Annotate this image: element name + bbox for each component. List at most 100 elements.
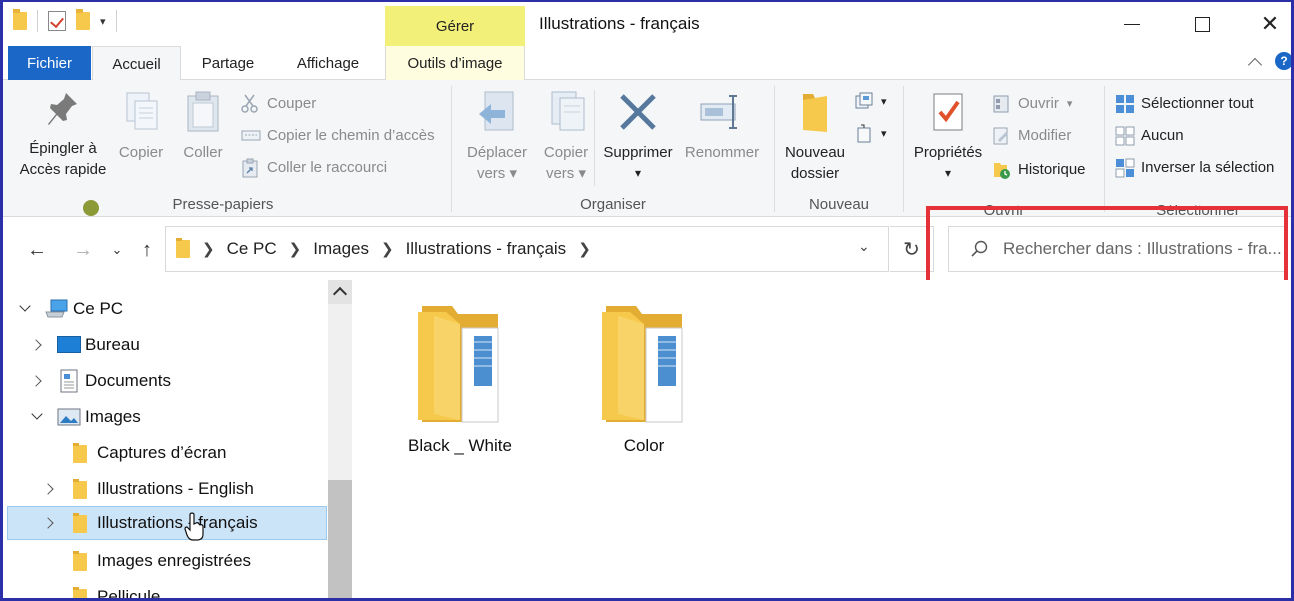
new-folder-icon[interactable] bbox=[76, 9, 90, 30]
copy-to-button[interactable]: Copier vers ▾ bbox=[532, 90, 600, 184]
up-button[interactable]: ↑ bbox=[133, 236, 161, 264]
nav-item-illustrations-french[interactable]: Illustrations - français bbox=[7, 506, 327, 540]
copy-to-label-2: vers ▾ bbox=[545, 165, 587, 182]
chevron-down-icon[interactable] bbox=[19, 302, 31, 314]
tab-share[interactable]: Partage bbox=[181, 46, 275, 80]
chevron-down-icon[interactable] bbox=[31, 410, 43, 422]
properties-button[interactable]: Propriétés ▾ bbox=[908, 90, 988, 184]
paste-shortcut-icon bbox=[241, 158, 259, 178]
rename-label: Renommer bbox=[684, 144, 760, 161]
nav-label: Illustrations - français bbox=[97, 513, 258, 532]
easy-access-button[interactable]: ▾ bbox=[855, 124, 887, 143]
breadcrumb-item[interactable]: Ce PC bbox=[227, 239, 277, 259]
select-none-label: Aucun bbox=[1141, 126, 1184, 144]
group-new: Nouveau dossier ▾ ▾ Nouveau bbox=[775, 80, 903, 217]
nav-item-desktop[interactable]: Bureau bbox=[7, 328, 327, 362]
chevron-right-icon: ❯ bbox=[202, 241, 215, 258]
desktop-icon bbox=[57, 336, 81, 353]
invert-selection-button[interactable]: Inverser la sélection bbox=[1115, 158, 1274, 178]
chevron-right-icon[interactable]: ❯ bbox=[578, 240, 591, 258]
copy-path-label: Copier le chemin d’accès bbox=[267, 126, 435, 144]
scroll-up-button[interactable] bbox=[328, 280, 352, 304]
arrow-left-icon: ← bbox=[27, 238, 47, 261]
open-label: Ouvrir bbox=[1018, 94, 1059, 112]
breadcrumb-item[interactable]: Illustrations - français bbox=[406, 239, 567, 259]
edit-button[interactable]: Modifier bbox=[992, 126, 1071, 145]
group-clipboard: Épingler à Accès rapide Copier Coller Co… bbox=[3, 80, 451, 217]
nav-label: Bureau bbox=[85, 335, 140, 354]
folder-icon bbox=[176, 238, 190, 258]
cut-button[interactable]: Couper bbox=[241, 94, 316, 113]
properties-icon[interactable] bbox=[48, 11, 66, 31]
paste-icon bbox=[187, 91, 219, 132]
recent-locations-button[interactable]: ⌄ bbox=[103, 236, 131, 264]
nav-label: Captures d’écran bbox=[97, 443, 227, 462]
refresh-icon: ↻ bbox=[903, 238, 920, 261]
tab-home[interactable]: Accueil bbox=[92, 46, 181, 81]
open-button[interactable]: Ouvrir ▾ bbox=[992, 94, 1072, 113]
select-none-button[interactable]: Aucun bbox=[1115, 126, 1184, 146]
nav-item-camera-roll[interactable]: Pellicule bbox=[7, 580, 327, 598]
chevron-right-icon[interactable] bbox=[43, 483, 55, 495]
nav-item-documents[interactable]: Documents bbox=[7, 364, 327, 398]
nav-item-illustrations-english[interactable]: Illustrations - English bbox=[7, 472, 327, 506]
chevron-right-icon[interactable] bbox=[31, 375, 43, 387]
delete-button[interactable]: Supprimer ▾ bbox=[600, 90, 676, 184]
forward-button[interactable]: → bbox=[69, 236, 97, 264]
pin-quick-access-button[interactable]: Épingler à Accès rapide bbox=[17, 90, 109, 180]
move-to-button[interactable]: Déplacer vers ▾ bbox=[458, 90, 536, 184]
nav-scrollbar[interactable] bbox=[328, 280, 352, 598]
history-label: Historique bbox=[1018, 160, 1086, 178]
chevron-right-icon[interactable] bbox=[43, 517, 55, 529]
copy-path-button[interactable]: Copier le chemin d’accès bbox=[241, 126, 435, 144]
chevron-down-icon: ⌄ bbox=[858, 238, 870, 254]
nav-label: Documents bbox=[85, 371, 171, 390]
chevron-down-icon: ▾ bbox=[634, 166, 642, 180]
customize-toolbar-icon[interactable]: ▾ bbox=[100, 15, 106, 28]
move-to-label-1: Déplacer bbox=[466, 144, 528, 161]
new-folder-button[interactable]: Nouveau dossier bbox=[779, 90, 851, 184]
new-item-button[interactable]: ▾ bbox=[855, 92, 887, 110]
pictures-icon bbox=[57, 408, 81, 431]
nav-item-this-pc[interactable]: Ce PC bbox=[7, 292, 327, 326]
tab-view[interactable]: Affichage bbox=[275, 46, 381, 80]
address-bar[interactable]: ❯ Ce PC ❯ Images ❯ Illustrations - franç… bbox=[165, 226, 889, 272]
folder-icon bbox=[73, 443, 87, 463]
nav-item-screenshots[interactable]: Captures d’écran bbox=[7, 436, 327, 470]
paste-button[interactable]: Coller bbox=[175, 90, 231, 163]
collapse-ribbon-icon[interactable] bbox=[1247, 54, 1265, 72]
window-title: Illustrations - français bbox=[539, 14, 700, 33]
chevron-right-icon[interactable] bbox=[31, 339, 43, 351]
folder-item[interactable]: Black _ White bbox=[395, 302, 525, 456]
close-button[interactable]: ✕ bbox=[1241, 2, 1291, 46]
rename-button[interactable]: Renommer bbox=[680, 90, 764, 163]
properties-label: Propriétés bbox=[913, 144, 983, 161]
context-tab-manage: Gérer bbox=[385, 6, 525, 46]
copy-button[interactable]: Copier bbox=[113, 90, 169, 163]
tab-picture-tools[interactable]: Outils d’image bbox=[385, 46, 525, 80]
folder-item[interactable]: Color bbox=[579, 302, 709, 456]
minimize-button[interactable] bbox=[1103, 2, 1161, 46]
back-button[interactable]: ← bbox=[23, 236, 51, 264]
help-icon[interactable]: ? bbox=[1275, 52, 1291, 70]
chevron-down-icon: ▾ bbox=[881, 127, 887, 140]
history-button[interactable]: Historique bbox=[992, 160, 1086, 179]
documents-icon bbox=[59, 369, 79, 398]
hand-cursor-icon bbox=[184, 512, 204, 542]
address-history-button[interactable]: ⌄ bbox=[858, 238, 870, 255]
maximize-button[interactable] bbox=[1173, 2, 1231, 46]
paste-shortcut-button[interactable]: Coller le raccourci bbox=[241, 158, 387, 178]
nav-item-saved-pictures[interactable]: Images enregistrées bbox=[7, 544, 327, 578]
chevron-right-icon[interactable]: ❯ bbox=[289, 240, 302, 258]
tab-file[interactable]: Fichier bbox=[8, 46, 91, 80]
explorer-window: ▾ Gérer Illustrations - français ✕ Fichi… bbox=[0, 0, 1294, 601]
select-all-button[interactable]: Sélectionner tout bbox=[1115, 94, 1254, 113]
scroll-thumb[interactable] bbox=[328, 480, 352, 598]
computer-icon bbox=[45, 299, 69, 324]
minimize-icon bbox=[1124, 23, 1140, 25]
chevron-right-icon[interactable]: ❯ bbox=[381, 240, 394, 258]
pin-label-2: Accès rapide bbox=[19, 161, 107, 178]
nav-item-pictures[interactable]: Images bbox=[7, 400, 327, 434]
breadcrumb-item[interactable]: Images bbox=[313, 239, 369, 259]
scissors-icon bbox=[241, 94, 259, 113]
